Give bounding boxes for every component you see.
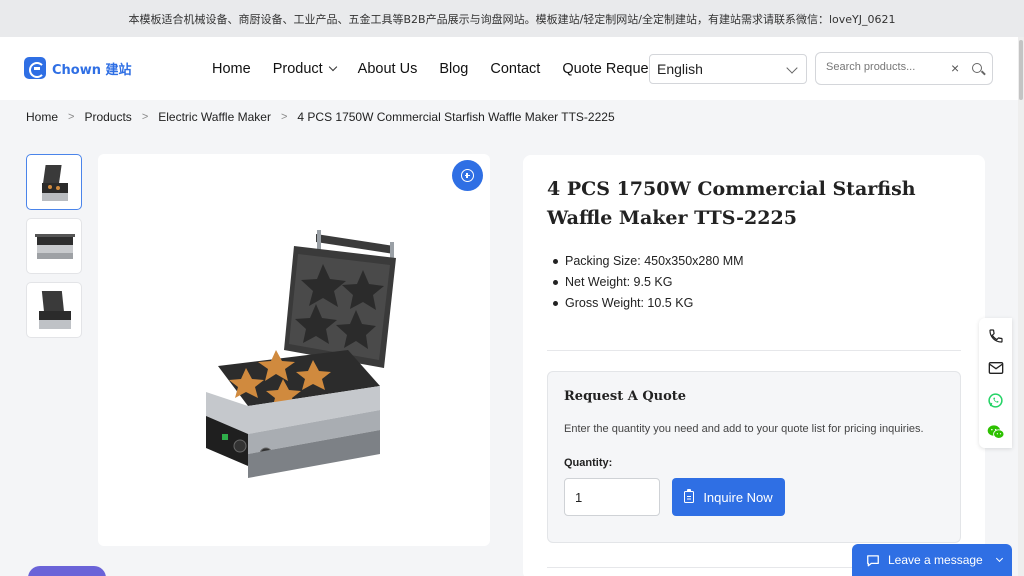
- nav-home[interactable]: Home: [212, 61, 251, 77]
- main-nav: Home Product About Us Blog Contact Quote…: [212, 37, 682, 100]
- mail-icon: [988, 362, 1003, 374]
- breadcrumb-separator: >: [141, 111, 149, 123]
- chat-bubble-icon: [867, 554, 879, 566]
- nav-contact[interactable]: Contact: [490, 61, 540, 77]
- search-box: ×: [815, 52, 993, 85]
- notice-text: 本模板适合机械设备、商厨设备、工业产品、五金工具等B2B产品展示与询盘网站。模板…: [128, 12, 896, 26]
- thumbnail-image-3[interactable]: [26, 282, 82, 338]
- whatsapp-button[interactable]: [979, 384, 1012, 416]
- thumbnail-image-2[interactable]: [26, 218, 82, 274]
- wechat-button[interactable]: [979, 416, 1012, 448]
- floating-widget-button[interactable]: [28, 566, 106, 576]
- breadcrumb-current: 4 PCS 1750W Commercial Starfish Waffle M…: [297, 110, 615, 124]
- zoom-plus-icon: [461, 169, 474, 182]
- nav-product[interactable]: Product: [272, 60, 337, 77]
- product-info-panel: 4 PCS 1750W Commercial Starfish Waffle M…: [523, 155, 985, 576]
- language-select[interactable]: English: [649, 54, 807, 84]
- quote-description: Enter the quantity you need and add to y…: [564, 423, 924, 435]
- chevron-down-icon: [786, 62, 798, 74]
- breadcrumb-separator: >: [68, 111, 75, 123]
- spec-packing-size: Packing Size: 450x350x280 MM: [551, 251, 744, 272]
- clear-icon[interactable]: ×: [951, 60, 959, 76]
- quantity-label: Quantity:: [564, 457, 613, 469]
- chevron-down-icon: [995, 554, 1003, 563]
- logo[interactable]: Chown 建站: [24, 57, 132, 79]
- site-header: Chown 建站 Home Product About Us Blog Cont…: [0, 37, 1024, 100]
- wechat-icon: [987, 425, 1004, 439]
- breadcrumb-home[interactable]: Home: [26, 110, 58, 124]
- phone-button[interactable]: [979, 320, 1012, 352]
- page-scrollbar[interactable]: [1018, 37, 1024, 576]
- search-icon[interactable]: [972, 63, 982, 73]
- quantity-input[interactable]: [564, 478, 660, 516]
- waffle-maker-illustration: [206, 230, 396, 478]
- waffle-maker-side-thumb: [39, 291, 71, 329]
- zoom-in-button[interactable]: [452, 160, 483, 191]
- nav-blog[interactable]: Blog: [439, 61, 468, 77]
- waffle-maker-closed-thumb: [35, 234, 75, 259]
- logo-text: Chown 建站: [52, 62, 132, 78]
- thumbnail-list: [26, 154, 82, 346]
- breadcrumb-separator: >: [280, 111, 288, 123]
- spec-list: Packing Size: 450x350x280 MM Net Weight:…: [551, 251, 744, 314]
- thumbnail-image-1[interactable]: [26, 154, 82, 210]
- search-input[interactable]: [826, 61, 946, 73]
- nav-quote-label: Quote Request: [562, 60, 660, 77]
- quote-request-box: Request A Quote Enter the quantity you n…: [547, 371, 961, 543]
- whatsapp-icon: [988, 392, 1003, 408]
- spec-net-weight: Net Weight: 9.5 KG: [551, 272, 744, 293]
- phone-icon: [988, 329, 1003, 343]
- main-product-image[interactable]: [98, 154, 490, 546]
- divider: [547, 350, 961, 351]
- inquire-now-label: Inquire Now: [703, 489, 773, 505]
- logo-icon: [24, 57, 46, 79]
- nav-about-us[interactable]: About Us: [358, 61, 418, 77]
- breadcrumb-products[interactable]: Products: [84, 110, 131, 124]
- nav-about-label: About Us: [357, 60, 418, 77]
- language-value: English: [657, 61, 703, 77]
- nav-product-label: Product: [272, 60, 323, 77]
- top-notice-bar: 本模板适合机械设备、商厨设备、工业产品、五金工具等B2B产品展示与询盘网站。模板…: [0, 0, 1024, 37]
- product-title: 4 PCS 1750W Commercial Starfish Waffle M…: [547, 178, 916, 229]
- inquire-now-button[interactable]: Inquire Now: [672, 478, 785, 516]
- quote-title: Request A Quote: [564, 389, 687, 404]
- breadcrumb-category[interactable]: Electric Waffle Maker: [158, 110, 271, 124]
- chevron-down-icon: [328, 62, 337, 72]
- nav-home-label: Home: [212, 60, 251, 77]
- nav-contact-label: Contact: [490, 60, 541, 77]
- nav-blog-label: Blog: [439, 60, 469, 77]
- floating-contact-tools: [979, 318, 1012, 448]
- spec-gross-weight: Gross Weight: 10.5 KG: [551, 293, 744, 314]
- scrollbar-thumb[interactable]: [1019, 40, 1023, 100]
- leave-message-label: Leave a message: [888, 553, 983, 567]
- nav-quote-request[interactable]: Quote Request: [562, 61, 660, 77]
- waffle-maker-open-thumb: [42, 165, 68, 201]
- email-button[interactable]: [979, 352, 1012, 384]
- clipboard-icon: [684, 489, 695, 503]
- breadcrumb: Home > Products > Electric Waffle Maker …: [26, 110, 615, 124]
- leave-message-button[interactable]: Leave a message: [852, 544, 1012, 576]
